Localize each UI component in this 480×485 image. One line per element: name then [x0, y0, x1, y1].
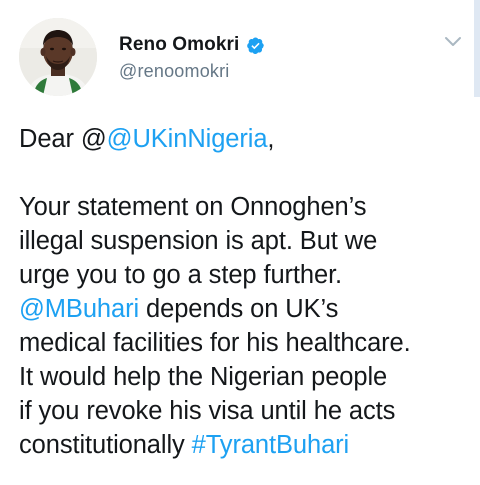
author-handle[interactable]: @renoomokri — [119, 61, 265, 82]
author-info[interactable]: Reno Omokri @renoomokri — [119, 33, 265, 82]
tweet-line-8-text: constitutionally — [19, 431, 192, 459]
verified-badge-icon — [246, 36, 265, 55]
chevron-down-icon[interactable] — [441, 31, 465, 51]
tweet-card: Reno Omokri @renoomokri Dear @@UKinNiger… — [0, 0, 480, 485]
tweet-line-4-rest: depends on UK’s — [139, 295, 339, 323]
tweet-line-7: if you revoke his visa until he acts — [19, 397, 396, 425]
tweet-line-4: @MBuhari depends on UK’s — [19, 292, 475, 326]
greeting-suffix: , — [267, 125, 275, 153]
tweet-line-8: constitutionally #TyrantBuhari — [19, 428, 475, 462]
name-row: Reno Omokri — [119, 33, 265, 57]
tweet-line-2: illegal suspension is apt. But we — [19, 227, 378, 255]
tweet-line-5: medical facilities for his healthcare. — [19, 329, 411, 357]
avatar[interactable] — [19, 18, 97, 96]
tweet-text: Dear @@UKinNigeria, Your statement on On… — [19, 122, 475, 462]
tweet-line-6: It would help the Nigerian people — [19, 363, 388, 391]
tweet-line-greeting: Dear @@UKinNigeria, — [19, 122, 475, 156]
tweet-line-3: urge you to go a step further. — [19, 261, 343, 289]
author-display-name[interactable]: Reno Omokri — [119, 34, 239, 56]
greeting-prefix: Dear @ — [19, 125, 107, 153]
mention-ukinnigeria-link[interactable]: @UKinNigeria — [107, 125, 268, 153]
mention-mbuhari-link[interactable]: @MBuhari — [19, 295, 139, 323]
hashtag-tyrantbuhari-link[interactable]: #TyrantBuhari — [192, 431, 350, 459]
scrollbar[interactable] — [474, 0, 480, 97]
tweet-line-1: Your statement on Onnoghen’s — [19, 193, 367, 221]
avatar-photo — [19, 18, 97, 96]
